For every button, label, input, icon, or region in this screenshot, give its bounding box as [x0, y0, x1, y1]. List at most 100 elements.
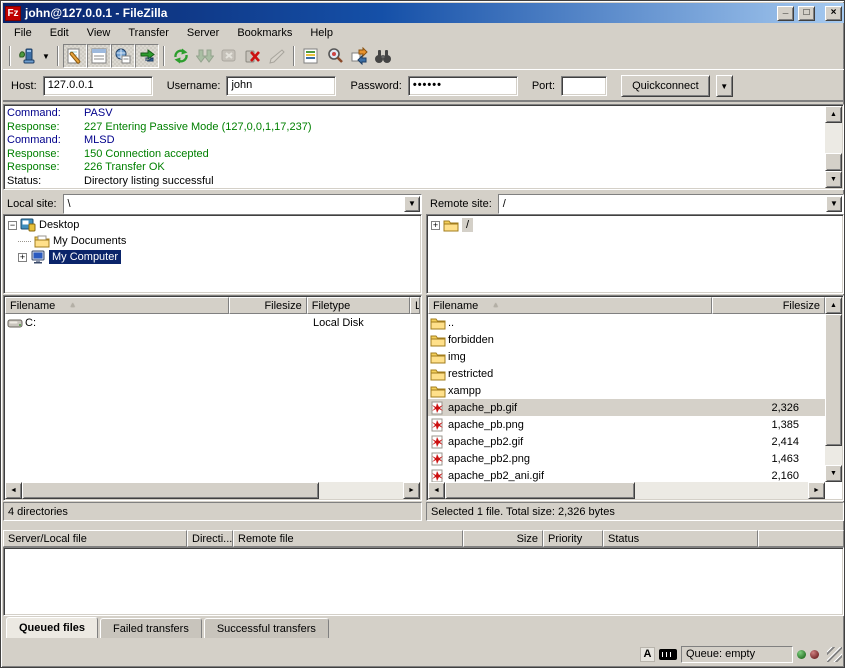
- table-row[interactable]: apache_pb2_ani.gif 2,160: [428, 467, 825, 482]
- menu-view[interactable]: View: [78, 25, 120, 41]
- host-label: Host:: [11, 80, 37, 92]
- remote-directory-tree: + /: [426, 214, 844, 294]
- disconnect-button[interactable]: [241, 44, 265, 68]
- quickconnect-dropdown-button[interactable]: ▼: [716, 75, 733, 97]
- table-row[interactable]: apache_pb2.png 1,463: [428, 450, 825, 467]
- log-scroll-thumb[interactable]: [825, 153, 842, 171]
- compare-directories-button[interactable]: [323, 44, 347, 68]
- tree-item-my-documents[interactable]: My Documents: [4, 233, 421, 249]
- local-hscroll-thumb[interactable]: [22, 482, 319, 499]
- host-input[interactable]: 127.0.0.1: [43, 76, 153, 96]
- toggle-transfer-queue-button[interactable]: [135, 44, 159, 68]
- my-computer-icon: [30, 250, 46, 264]
- cancel-button[interactable]: [217, 44, 241, 68]
- expand-icon[interactable]: +: [18, 253, 27, 262]
- table-row[interactable]: restricted: [428, 365, 825, 382]
- remote-horizontal-scrollbar[interactable]: ◄ ►: [428, 482, 825, 499]
- filter-button[interactable]: [299, 44, 323, 68]
- status-badge-icon[interactable]: [659, 649, 677, 660]
- toggle-remote-tree-button[interactable]: [111, 44, 135, 68]
- site-manager-dropdown-button[interactable]: ▼: [39, 44, 53, 68]
- tree-item-root[interactable]: + /: [427, 217, 843, 233]
- tab-successful-transfers[interactable]: Successful transfers: [204, 618, 329, 638]
- table-row[interactable]: C: Local Disk: [5, 314, 420, 331]
- toggle-message-log-button[interactable]: [63, 44, 87, 68]
- transfer-type-indicator-icon[interactable]: A: [640, 647, 655, 662]
- minimize-button[interactable]: _: [777, 6, 794, 21]
- menu-edit[interactable]: Edit: [41, 25, 78, 41]
- scroll-left-icon[interactable]: ◄: [5, 482, 22, 499]
- abort-button[interactable]: [265, 44, 289, 68]
- remote-hscroll-thumb[interactable]: [445, 482, 635, 499]
- scroll-right-icon[interactable]: ►: [808, 482, 825, 499]
- column-header-last-modified[interactable]: L: [410, 297, 420, 314]
- queue-list[interactable]: [3, 547, 844, 616]
- tab-failed-transfers[interactable]: Failed transfers: [100, 618, 202, 638]
- table-row-selected[interactable]: apache_pb.gif 2,326: [428, 399, 825, 416]
- remote-vertical-scrollbar[interactable]: ▲ ▼: [825, 297, 842, 482]
- tab-queued-files[interactable]: Queued files: [6, 617, 98, 638]
- table-row[interactable]: ..: [428, 314, 825, 331]
- scroll-down-icon[interactable]: ▼: [825, 465, 842, 482]
- column-header-filesize[interactable]: Filesize: [712, 297, 825, 314]
- toggle-local-tree-button[interactable]: [87, 44, 111, 68]
- resize-grip[interactable]: [827, 647, 842, 662]
- remote-vscroll-thumb[interactable]: [825, 314, 842, 446]
- scroll-left-icon[interactable]: ◄: [428, 482, 445, 499]
- scroll-up-icon[interactable]: ▲: [825, 106, 842, 123]
- queue-status-panel: Queue: empty: [681, 646, 793, 663]
- site-manager-button[interactable]: [15, 44, 39, 68]
- scroll-down-icon[interactable]: ▼: [825, 171, 842, 188]
- column-header-direction[interactable]: Directi...: [187, 530, 233, 547]
- file-name: ..: [448, 317, 454, 329]
- username-input[interactable]: john: [226, 76, 336, 96]
- menu-help[interactable]: Help: [301, 25, 342, 41]
- file-name: apache_pb2.gif: [448, 436, 523, 448]
- message-log[interactable]: Command:PASV Response:227 Entering Passi…: [3, 104, 844, 190]
- chevron-down-icon[interactable]: ▼: [826, 196, 842, 212]
- filezilla-window: Fz john@127.0.0.1 - FileZilla _ □ × File…: [0, 0, 845, 668]
- scroll-up-icon[interactable]: ▲: [825, 297, 842, 314]
- column-header-filetype[interactable]: Filetype: [307, 297, 410, 314]
- column-header-filename[interactable]: Filename ▲: [428, 297, 712, 314]
- local-horizontal-scrollbar[interactable]: ◄ ►: [5, 482, 420, 499]
- menu-server[interactable]: Server: [178, 25, 228, 41]
- remote-site-combobox[interactable]: / ▼: [498, 194, 844, 214]
- column-header-remote-file[interactable]: Remote file: [233, 530, 463, 547]
- password-input[interactable]: ••••••: [408, 76, 518, 96]
- quickconnect-button[interactable]: Quickconnect: [621, 75, 710, 97]
- column-header-empty: [758, 530, 844, 547]
- table-row[interactable]: apache_pb.png 1,385: [428, 416, 825, 433]
- table-row[interactable]: xampp: [428, 382, 825, 399]
- table-row[interactable]: apache_pb2.gif 2,414: [428, 433, 825, 450]
- column-header-server-local-file[interactable]: Server/Local file: [3, 530, 187, 547]
- menu-bookmarks[interactable]: Bookmarks: [228, 25, 301, 41]
- scroll-right-icon[interactable]: ►: [403, 482, 420, 499]
- process-queue-button[interactable]: [193, 44, 217, 68]
- file-name: C:: [25, 317, 36, 329]
- maximize-button[interactable]: □: [798, 6, 815, 21]
- tree-item-my-computer[interactable]: + My Computer: [4, 249, 421, 265]
- sort-ascending-icon: ▲: [492, 302, 499, 309]
- synchronized-browsing-button[interactable]: [347, 44, 371, 68]
- tree-item-desktop[interactable]: − Desktop: [4, 217, 421, 233]
- collapse-icon[interactable]: −: [8, 221, 17, 230]
- refresh-button[interactable]: [169, 44, 193, 68]
- close-button[interactable]: ×: [825, 6, 842, 21]
- expand-icon[interactable]: +: [431, 221, 440, 230]
- column-header-priority[interactable]: Priority: [543, 530, 603, 547]
- local-site-combobox[interactable]: \ ▼: [63, 194, 422, 214]
- chevron-down-icon[interactable]: ▼: [404, 196, 420, 212]
- title-bar[interactable]: Fz john@127.0.0.1 - FileZilla _ □ ×: [3, 3, 844, 23]
- port-input[interactable]: [561, 76, 607, 96]
- find-files-button[interactable]: [371, 44, 395, 68]
- menu-file[interactable]: File: [5, 25, 41, 41]
- column-header-size[interactable]: Size: [463, 530, 543, 547]
- column-header-filesize[interactable]: Filesize: [229, 297, 306, 314]
- table-row[interactable]: img: [428, 348, 825, 365]
- menu-transfer[interactable]: Transfer: [119, 25, 178, 41]
- column-header-status[interactable]: Status: [603, 530, 758, 547]
- log-vertical-scrollbar[interactable]: ▲ ▼: [825, 106, 842, 188]
- column-header-filename[interactable]: Filename ▲: [5, 297, 229, 314]
- table-row[interactable]: forbidden: [428, 331, 825, 348]
